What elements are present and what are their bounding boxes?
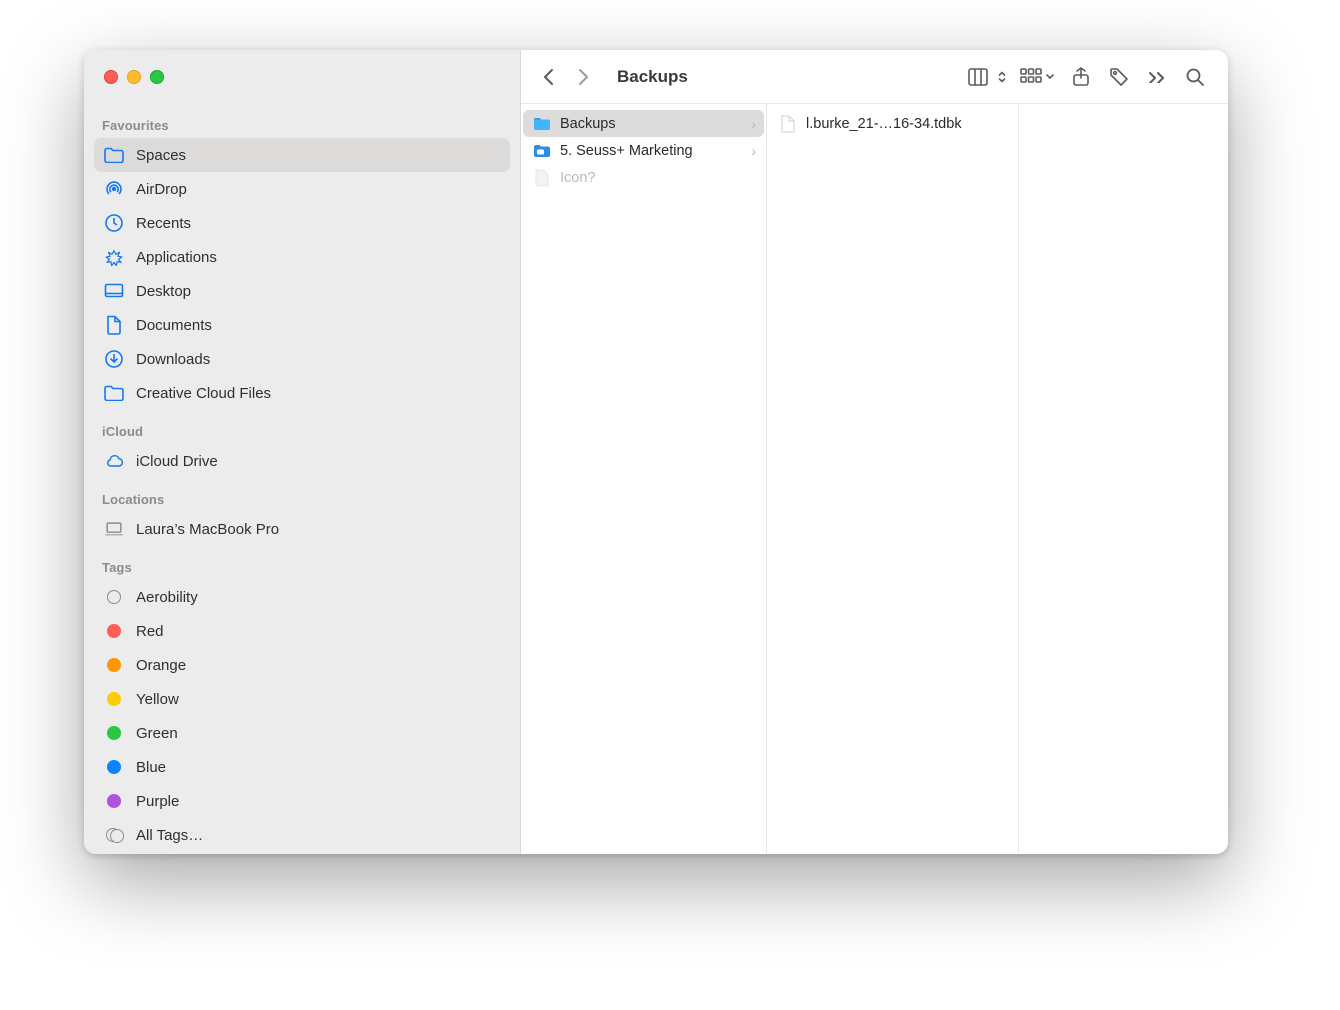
sidebar-item-creative-cloud[interactable]: Creative Cloud Files (94, 376, 510, 410)
sidebar-item-spaces[interactable]: Spaces (94, 138, 510, 172)
minimize-window-button[interactable] (127, 70, 141, 84)
document-icon (779, 115, 797, 133)
sidebar-item-label: AirDrop (136, 181, 187, 198)
file-name: Backups (560, 116, 742, 132)
sidebar-item-airdrop[interactable]: AirDrop (94, 172, 510, 206)
window-title: Backups (617, 67, 688, 87)
sidebar-tag-red[interactable]: Red (94, 614, 510, 648)
column-1[interactable]: l.burke_21-…16-34.tdbk (767, 104, 1019, 854)
chevron-right-icon: › (751, 116, 756, 132)
view-mode-button[interactable] (966, 63, 1008, 91)
sidebar-item-label: Aerobility (136, 589, 198, 606)
column-0[interactable]: Backups › 5. Seuss+ Marketing › (521, 104, 767, 854)
sidebar-tag-green[interactable]: Green (94, 716, 510, 750)
sidebar-item-label: Yellow (136, 691, 179, 708)
group-by-button[interactable] (1016, 63, 1058, 91)
sidebar-item-label: All Tags… (136, 827, 203, 844)
airdrop-icon (104, 179, 124, 199)
blank-file-icon (533, 169, 551, 187)
list-item[interactable]: 5. Seuss+ Marketing › (523, 137, 764, 164)
sidebar-item-label: Spaces (136, 147, 186, 164)
list-item[interactable]: l.burke_21-…16-34.tdbk (769, 110, 1016, 137)
laptop-icon (104, 519, 124, 539)
chevron-right-icon: › (751, 143, 756, 159)
applications-icon (104, 247, 124, 267)
finder-window: Favourites Spaces AirDrop (84, 50, 1228, 854)
tag-dot-icon (107, 794, 121, 808)
tags-button[interactable] (1104, 63, 1134, 91)
folder-icon (533, 115, 551, 133)
list-item[interactable]: Backups › (523, 110, 764, 137)
all-tags-icon (106, 828, 122, 842)
desktop-icon (104, 281, 124, 301)
sidebar-item-this-mac[interactable]: Laura’s MacBook Pro (94, 512, 510, 546)
sidebar-item-label: Desktop (136, 283, 191, 300)
sidebar-item-label: Green (136, 725, 178, 742)
main-panel: Backups (521, 50, 1228, 854)
share-button[interactable] (1066, 63, 1096, 91)
sidebar-item-label: Downloads (136, 351, 210, 368)
sidebar-item-label: Orange (136, 657, 186, 674)
sidebar-item-desktop[interactable]: Desktop (94, 274, 510, 308)
folder-icon (533, 142, 551, 160)
cloud-icon (104, 451, 124, 471)
sidebar-section-favourites: Favourites (94, 104, 510, 138)
sidebar-item-label: Recents (136, 215, 191, 232)
file-name: 5. Seuss+ Marketing (560, 143, 742, 159)
file-name: l.burke_21-…16-34.tdbk (806, 116, 1008, 132)
folder-icon (104, 145, 124, 165)
sidebar-item-icloud-drive[interactable]: iCloud Drive (94, 444, 510, 478)
column-view: Backups › 5. Seuss+ Marketing › (521, 104, 1228, 854)
tag-dot-icon (107, 624, 121, 638)
sidebar-tag-purple[interactable]: Purple (94, 784, 510, 818)
search-button[interactable] (1180, 63, 1210, 91)
sidebar-item-label: Red (136, 623, 164, 640)
sidebar-item-downloads[interactable]: Downloads (94, 342, 510, 376)
toolbar-overflow-button[interactable] (1142, 63, 1172, 91)
sidebar-item-label: Laura’s MacBook Pro (136, 521, 279, 538)
list-item[interactable]: Icon? (523, 164, 764, 191)
sidebar-item-label: Applications (136, 249, 217, 266)
window-controls (84, 50, 520, 104)
sidebar: Favourites Spaces AirDrop (84, 50, 521, 854)
sidebar-item-recents[interactable]: Recents (94, 206, 510, 240)
toolbar: Backups (521, 50, 1228, 104)
clock-icon (104, 213, 124, 233)
tag-dot-icon (107, 658, 121, 672)
column-2[interactable] (1019, 104, 1228, 854)
file-name: Icon? (560, 170, 756, 186)
back-button[interactable] (535, 63, 563, 91)
sidebar-item-applications[interactable]: Applications (94, 240, 510, 274)
sidebar-tag-blue[interactable]: Blue (94, 750, 510, 784)
forward-button[interactable] (569, 63, 597, 91)
sidebar-item-label: Documents (136, 317, 212, 334)
sidebar-item-label: Purple (136, 793, 179, 810)
sidebar-tag-aerobility[interactable]: Aerobility (94, 580, 510, 614)
sidebar-section-locations: Locations (94, 478, 510, 512)
sidebar-scroll[interactable]: Favourites Spaces AirDrop (84, 104, 520, 854)
sidebar-tag-orange[interactable]: Orange (94, 648, 510, 682)
zoom-window-button[interactable] (150, 70, 164, 84)
sidebar-item-label: Creative Cloud Files (136, 385, 271, 402)
sidebar-item-label: iCloud Drive (136, 453, 218, 470)
tag-dot-icon (107, 692, 121, 706)
folder-icon (104, 383, 124, 403)
tag-dot-icon (107, 590, 121, 604)
close-window-button[interactable] (104, 70, 118, 84)
tag-dot-icon (107, 760, 121, 774)
tag-dot-icon (107, 726, 121, 740)
document-icon (104, 315, 124, 335)
download-icon (104, 349, 124, 369)
sidebar-section-tags: Tags (94, 546, 510, 580)
sidebar-section-icloud: iCloud (94, 410, 510, 444)
sidebar-item-label: Blue (136, 759, 166, 776)
sidebar-item-documents[interactable]: Documents (94, 308, 510, 342)
sidebar-tag-all[interactable]: All Tags… (94, 818, 510, 852)
sidebar-tag-yellow[interactable]: Yellow (94, 682, 510, 716)
